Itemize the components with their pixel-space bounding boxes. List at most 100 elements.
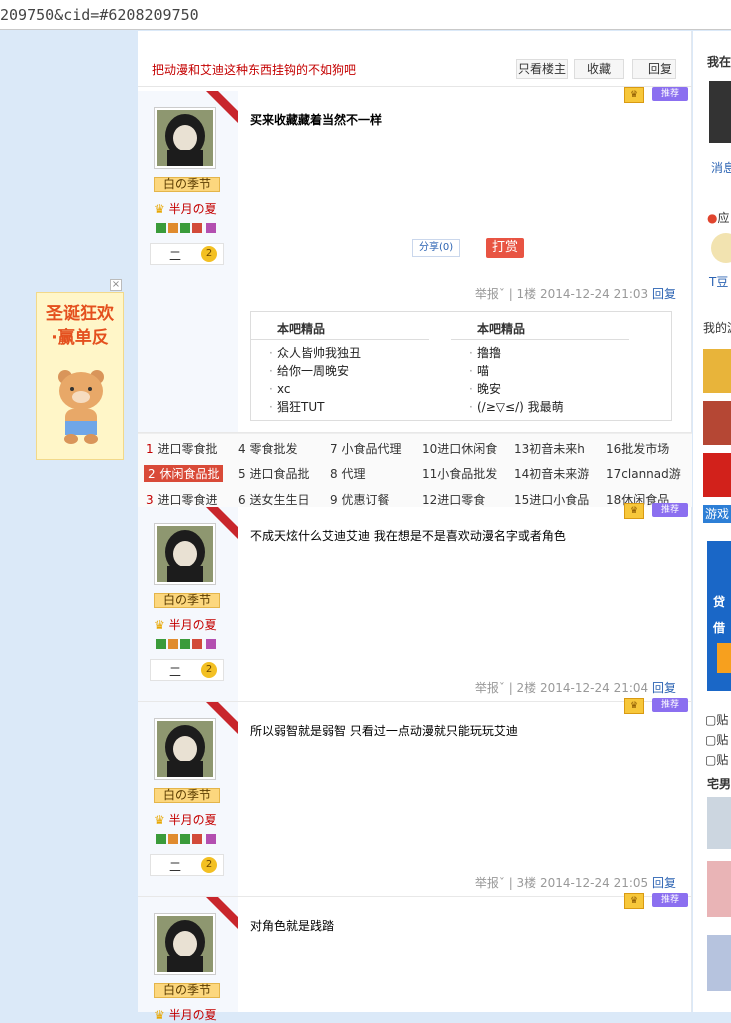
avatar-image bbox=[157, 110, 213, 166]
sidebar-avatar[interactable] bbox=[709, 81, 731, 143]
rank-item[interactable]: 3 进口零食进 bbox=[146, 491, 217, 508]
address-bar[interactable]: 209750&cid=#6208209750 bbox=[0, 0, 731, 30]
featured-item[interactable]: xc bbox=[251, 380, 429, 398]
username[interactable]: 白の季节 bbox=[154, 983, 220, 998]
level-name: 二 bbox=[169, 860, 182, 874]
game-thumb[interactable] bbox=[703, 401, 731, 445]
sidebar-thumb[interactable] bbox=[707, 861, 731, 917]
only-op-button[interactable]: 只看楼主 bbox=[516, 59, 568, 79]
sidebar-mygames: 我的游 bbox=[703, 321, 731, 335]
username[interactable]: 白の季节 bbox=[154, 177, 220, 192]
rank-item[interactable]: 5 进口食品批 bbox=[238, 465, 309, 482]
tdou-icon bbox=[711, 233, 731, 263]
username[interactable]: 白の季节 bbox=[154, 788, 220, 803]
sidebar-link[interactable]: ▢贴 bbox=[705, 751, 728, 768]
rank-item[interactable]: 9 优惠订餐 bbox=[330, 491, 389, 508]
sidebar-link[interactable]: ▢贴 bbox=[705, 731, 728, 748]
user-title-text: 半月の夏 bbox=[168, 813, 217, 827]
level-badge[interactable]: 二2 bbox=[150, 854, 224, 876]
sidebar-tdou-link[interactable]: T豆 bbox=[709, 273, 728, 290]
reward-button[interactable]: 打赏 bbox=[486, 238, 525, 258]
rank-item[interactable]: 11小食品批发 bbox=[422, 465, 497, 482]
user-title: ♛ 半月の夏 bbox=[154, 202, 217, 216]
sidebar-app-link[interactable]: ●应 bbox=[707, 209, 730, 226]
featured-item[interactable]: (/≥▽≤/) 我最萌 bbox=[451, 398, 629, 416]
post-meta: 举报ˇ | 3楼 2014-12-24 21:05 回复 bbox=[474, 876, 676, 890]
featured-item[interactable]: 猖狂TUT bbox=[251, 398, 429, 416]
rank-item[interactable]: 4 零食批发 bbox=[238, 440, 297, 457]
reply-link[interactable]: 回复 bbox=[652, 876, 676, 890]
sidebar-message-link[interactable]: 消息 bbox=[711, 159, 731, 176]
reply-link[interactable]: 回复 bbox=[652, 287, 676, 301]
featured-item[interactable]: 给你一周晚安 bbox=[251, 362, 429, 380]
sidebar-link[interactable]: ▢贴 bbox=[705, 711, 728, 728]
avatar[interactable] bbox=[154, 718, 216, 780]
post-content: 不成天炫什么艾迪艾迪 我在想是不是喜欢动漫名字或者角色 bbox=[250, 529, 566, 543]
report-link[interactable]: 举报 bbox=[475, 681, 499, 695]
rank-item[interactable]: 14初音未来游 bbox=[514, 465, 589, 482]
post-content: 买来收藏藏着当然不一样 bbox=[250, 113, 383, 127]
avatar-image bbox=[157, 526, 213, 582]
featured-item[interactable]: 众人皆帅我独丑 bbox=[251, 344, 429, 362]
rank-item[interactable]: 16批发市场 bbox=[606, 440, 669, 457]
crown-icon[interactable]: ♛ bbox=[624, 503, 644, 519]
crown-icon[interactable]: ♛ bbox=[624, 893, 644, 909]
featured-item[interactable]: 喵 bbox=[451, 362, 629, 380]
sidebar-heading: 我在 bbox=[707, 55, 731, 69]
post-meta: 举报ˇ | 1楼 2014-12-24 21:03 回复 bbox=[474, 287, 676, 301]
push-button[interactable]: 推荐 bbox=[652, 893, 688, 907]
rank-item[interactable]: 8 代理 bbox=[330, 465, 365, 482]
thread-title[interactable]: 把动漫和艾迪这种东西挂钩的不如狗吧 bbox=[152, 61, 356, 78]
game-thumb[interactable] bbox=[703, 453, 731, 497]
favorite-button[interactable]: 收藏 bbox=[574, 59, 624, 79]
user-title: ♛ 半月の夏 bbox=[154, 813, 217, 827]
game-thumb[interactable] bbox=[703, 349, 731, 393]
featured-box: 本吧精品 众人皆帅我独丑 给你一周晚安 xc 猖狂TUT 本吧精品 撸撸 喵 晚… bbox=[250, 311, 672, 421]
rank-item[interactable]: 12进口零食 bbox=[422, 491, 485, 508]
rank-item[interactable]: 7 小食品代理 bbox=[330, 440, 401, 457]
rank-item[interactable]: 1 进口零食批 bbox=[146, 440, 217, 457]
report-link[interactable]: 举报 bbox=[475, 287, 499, 301]
sidebar-ad[interactable]: 贷 借 bbox=[707, 541, 731, 691]
user-title: ♛ 半月の夏 bbox=[154, 618, 217, 632]
username[interactable]: 白の季节 bbox=[154, 593, 220, 608]
floor-number: 1楼 bbox=[516, 287, 537, 301]
floor-number: 3楼 bbox=[516, 876, 537, 890]
avatar[interactable] bbox=[154, 913, 216, 975]
rank-item[interactable]: 13初音未来h bbox=[514, 440, 585, 457]
push-button[interactable]: 推荐 bbox=[652, 87, 688, 101]
rank-item[interactable]: 15进口小食品 bbox=[514, 491, 589, 508]
rank-item[interactable]: 10进口休闲食 bbox=[422, 440, 497, 457]
rank-item-highlighted[interactable]: 2 休闲食品批 bbox=[144, 465, 224, 482]
post-content: 对角色就是践踏 bbox=[250, 919, 335, 933]
level-badge[interactable]: 二2 bbox=[150, 243, 224, 265]
push-button[interactable]: 推荐 bbox=[652, 698, 688, 712]
sidebar-thumb[interactable] bbox=[707, 797, 731, 849]
rank-item[interactable]: 17clannad游 bbox=[606, 465, 681, 482]
avatar[interactable] bbox=[154, 523, 216, 585]
post-1: 白の季节 ♛ 半月の夏 二2 ♛ 推荐 买来收藏藏着当然不一样 分享(0) 打赏… bbox=[138, 87, 692, 433]
report-link[interactable]: 举报 bbox=[475, 876, 499, 890]
featured-item[interactable]: 撸撸 bbox=[451, 344, 629, 362]
rank-item[interactable]: 6 送女生生日 bbox=[238, 491, 309, 508]
featured-heading: 本吧精品 bbox=[251, 320, 429, 340]
post-time: 2014-12-24 21:04 bbox=[540, 681, 649, 695]
share-button[interactable]: 分享(0) bbox=[412, 239, 461, 257]
reply-button[interactable]: 回复 bbox=[632, 59, 676, 79]
level-name: 二 bbox=[169, 249, 182, 263]
level-badge[interactable]: 二2 bbox=[150, 659, 224, 681]
push-button[interactable]: 推荐 bbox=[652, 503, 688, 517]
floating-ad[interactable]: 圣诞狂欢 ·赢单反 bbox=[36, 292, 124, 460]
featured-item[interactable]: 晚安 bbox=[451, 380, 629, 398]
sidebar-game-tab[interactable]: 游戏 bbox=[703, 505, 731, 523]
crown-icon[interactable]: ♛ bbox=[624, 698, 644, 714]
post-meta: 举报ˇ | 2楼 2014-12-24 21:04 回复 bbox=[474, 681, 676, 695]
sidebar-thumb[interactable] bbox=[707, 935, 731, 991]
ad-close-icon[interactable]: × bbox=[110, 279, 122, 291]
url-text: 209750&cid=#6208209750 bbox=[0, 6, 199, 24]
reply-link[interactable]: 回复 bbox=[652, 681, 676, 695]
avatar[interactable] bbox=[154, 107, 216, 169]
post-4: 白の季节 ♛ 半月の夏 ♛ 推荐 对角色就是践踏 bbox=[138, 893, 692, 1022]
sidebar-ad-button bbox=[717, 643, 731, 673]
crown-icon[interactable]: ♛ bbox=[624, 87, 644, 103]
